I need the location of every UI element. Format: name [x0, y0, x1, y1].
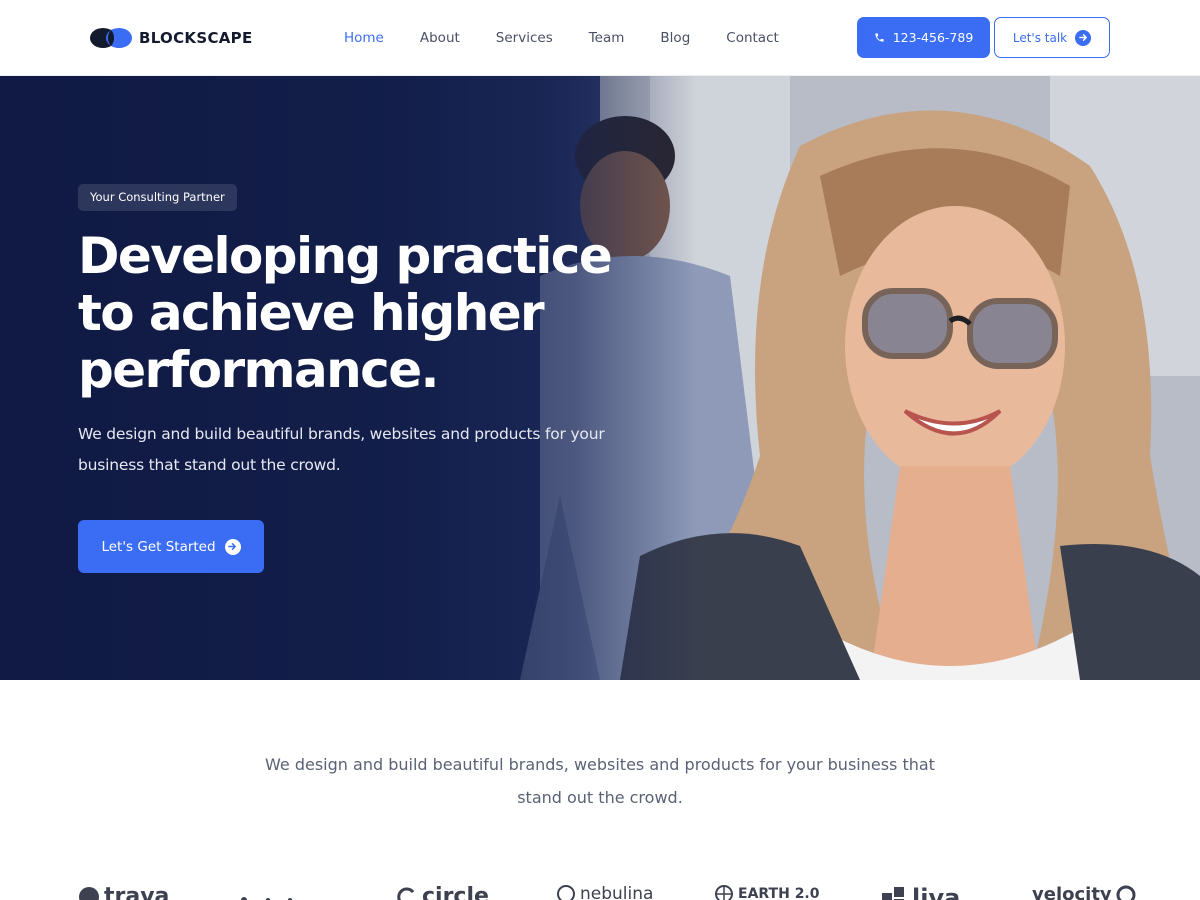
get-started-label: Let's Get Started: [101, 538, 216, 555]
globe-icon: [79, 886, 99, 900]
partner-logo-nebulina: nebulina: [556, 884, 653, 900]
site-header: BLOCKSCAPE Home About Services Team Blog…: [0, 0, 1200, 76]
partner-logos: trava circle nebulina EARTH 2.0 liva vel…: [0, 880, 1200, 900]
get-started-button[interactable]: Let's Get Started: [78, 520, 264, 573]
nav-team[interactable]: Team: [571, 28, 643, 48]
partner-logo-circle: circle: [396, 884, 489, 900]
lets-talk-button[interactable]: Let's talk: [994, 17, 1110, 58]
main-nav: Home About Services Team Blog Contact: [326, 28, 797, 48]
partner-logo-liva: liva: [882, 884, 960, 900]
logo-mark-icon: [90, 28, 132, 48]
brand-logo[interactable]: BLOCKSCAPE: [89, 24, 253, 52]
partner-name: velocity: [1032, 884, 1112, 900]
intro-text: We design and build beautiful brands, we…: [265, 755, 935, 807]
nav-contact[interactable]: Contact: [708, 28, 797, 48]
partner-logo-unknown: [238, 884, 302, 900]
partner-logo-velocity: velocity: [1032, 884, 1136, 900]
partner-name: nebulina: [580, 884, 654, 900]
c-icon: [397, 887, 415, 900]
nav-services[interactable]: Services: [478, 28, 571, 48]
nav-about[interactable]: About: [402, 28, 478, 48]
partner-name: EARTH 2.0: [738, 886, 820, 900]
nav-blog[interactable]: Blog: [642, 28, 708, 48]
lets-talk-label: Let's talk: [1012, 30, 1068, 45]
nav-home[interactable]: Home: [326, 28, 402, 48]
partner-name: circle: [422, 884, 489, 900]
partner-logo-trava: trava: [78, 884, 169, 900]
arrow-right-icon: [1075, 29, 1092, 46]
hero-section: Your Consulting Partner Developing pract…: [0, 76, 1200, 680]
partner-logo-earth: EARTH 2.0: [714, 884, 820, 900]
blocks-icon: [882, 887, 904, 900]
hero-title: Developing practice to achieve higher pe…: [78, 227, 613, 399]
partner-name: liva: [912, 884, 961, 900]
gauge-icon: [1116, 885, 1136, 900]
hero-badge: Your Consulting Partner: [78, 184, 237, 211]
hero-subtitle: We design and build beautiful brands, we…: [78, 425, 605, 474]
phone-number: 123-456-789: [892, 30, 974, 45]
logo-text: BLOCKSCAPE: [139, 29, 253, 47]
phone-button[interactable]: 123-456-789: [857, 17, 990, 58]
dot-icon: [241, 897, 292, 900]
phone-icon: [875, 33, 884, 42]
globe-icon: [715, 885, 733, 900]
partner-name: trava: [104, 884, 170, 900]
arrow-right-icon: [224, 538, 241, 555]
ring-icon: [557, 885, 575, 900]
